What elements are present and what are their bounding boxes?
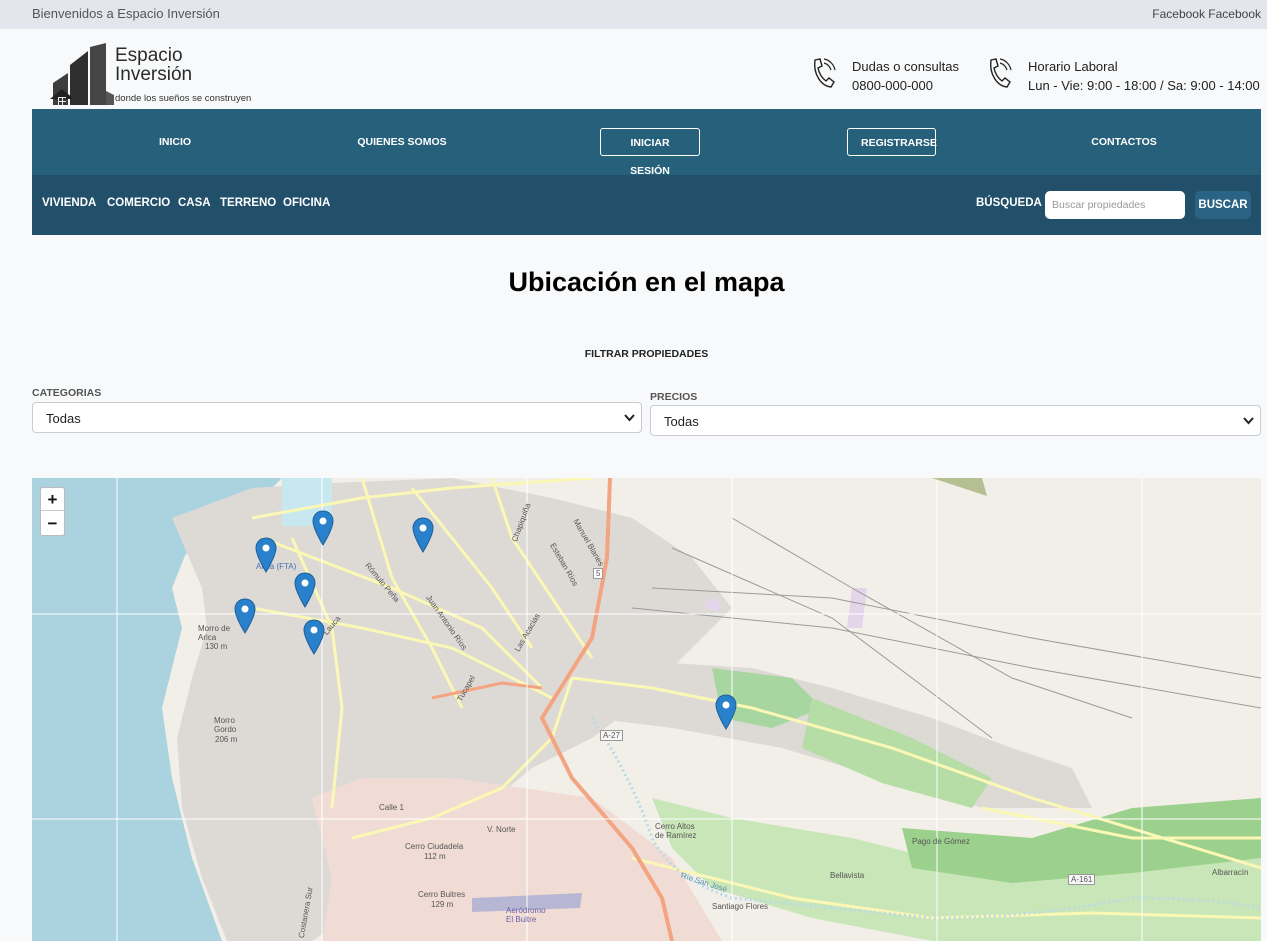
property-marker-icon[interactable] bbox=[715, 694, 737, 730]
map-label: Albarracín bbox=[1212, 868, 1249, 877]
nav-contactos[interactable]: CONTACTOS bbox=[1082, 128, 1166, 156]
brand-tagline: donde los sueños se construyen bbox=[115, 93, 252, 104]
hours-contact: Horario Laboral Lun - Vie: 9:00 - 18:00 … bbox=[986, 57, 1260, 97]
zoom-control: + − bbox=[40, 487, 65, 536]
map-label: Cerro Ciudadela bbox=[405, 842, 464, 851]
phone-number[interactable]: 0800-000-000 bbox=[852, 76, 959, 95]
map-label: 112 m bbox=[424, 852, 446, 861]
map-label: Aeródromo El Buitre bbox=[506, 906, 546, 924]
property-marker-icon[interactable] bbox=[294, 572, 316, 608]
main-nav: INICIO QUIENES SOMOS INICIAR SESIÓN REGI… bbox=[32, 109, 1261, 177]
search-button[interactable]: BUSCAR bbox=[1195, 191, 1251, 219]
search-label: BÚSQUEDA bbox=[976, 197, 1042, 209]
map-label: 206 m bbox=[215, 735, 238, 744]
site-header: Espacio Inversión donde los sueños se co… bbox=[0, 29, 1267, 109]
map-label: 129 m bbox=[431, 900, 454, 909]
phone-icon bbox=[814, 58, 836, 88]
category-casa[interactable]: CASA bbox=[178, 197, 211, 209]
hours-label: Horario Laboral bbox=[1028, 59, 1118, 74]
register-button[interactable]: REGISTRARSE bbox=[847, 128, 937, 156]
map-label: Santiago Flores bbox=[712, 902, 769, 911]
map-label: Morro Gordo bbox=[214, 716, 237, 734]
map-label: 5 bbox=[593, 568, 604, 579]
map-label: Calle 1 bbox=[379, 803, 404, 812]
hours-value: Lun - Vie: 9:00 - 18:00 / Sa: 9:00 - 14:… bbox=[1028, 78, 1260, 93]
zoom-in-button[interactable]: + bbox=[41, 488, 64, 511]
category-select-value: Todas bbox=[46, 411, 81, 426]
brand-name: Espacio Inversión bbox=[115, 45, 193, 85]
top-bar: Bienvenidos a Espacio Inversión Facebook… bbox=[0, 0, 1267, 29]
search-input[interactable] bbox=[1045, 191, 1185, 219]
property-map[interactable]: + − Arica (FTA) Morro de Arica 130 m Mor… bbox=[32, 478, 1261, 941]
category-oficina[interactable]: OFICINA bbox=[283, 197, 330, 209]
map-label: Pago de Gómez bbox=[912, 837, 970, 846]
category-filter-label: CATEGORIAS bbox=[32, 387, 102, 399]
facebook-links[interactable]: Facebook Facebook bbox=[1152, 7, 1261, 21]
map-label: V. Norte bbox=[487, 825, 516, 834]
nav-quienes-somos[interactable]: QUIENES SOMOS bbox=[348, 128, 456, 156]
map-label: Cerro Buitres bbox=[418, 890, 466, 899]
login-button[interactable]: INICIAR SESIÓN bbox=[600, 128, 700, 177]
filter-title: FILTRAR PROPIEDADES bbox=[584, 348, 709, 360]
category-nav: VIVIENDA COMERCIO CASA TERRENO OFICINA B… bbox=[32, 175, 1261, 235]
chevron-down-icon bbox=[624, 414, 635, 422]
map-label: A-27 bbox=[600, 730, 623, 741]
building-house-logo-icon bbox=[50, 43, 114, 105]
map-label: A-161 bbox=[1068, 874, 1096, 885]
phone-icon bbox=[990, 58, 1012, 88]
map-label: Morro de Arica bbox=[198, 624, 231, 642]
welcome-text: Bienvenidos a Espacio Inversión bbox=[32, 6, 220, 21]
zoom-out-button[interactable]: − bbox=[41, 512, 64, 535]
phone-label: Dudas o consultas bbox=[852, 59, 959, 74]
price-filter-label: PRECIOS bbox=[650, 391, 698, 403]
property-marker-icon[interactable] bbox=[234, 598, 256, 634]
category-select[interactable]: Todas bbox=[32, 402, 642, 433]
property-marker-icon[interactable] bbox=[255, 537, 277, 573]
chevron-down-icon bbox=[1243, 417, 1254, 425]
price-select-value: Todas bbox=[664, 414, 699, 429]
category-comercio[interactable]: COMERCIO bbox=[107, 197, 170, 209]
nav-inicio[interactable]: INICIO bbox=[142, 128, 208, 156]
map-tiles bbox=[32, 478, 1261, 941]
map-label: Bellavista bbox=[830, 871, 865, 880]
property-marker-icon[interactable] bbox=[303, 619, 325, 655]
map-label: 130 m bbox=[205, 642, 228, 651]
map-label: Cerro Altos de Ramírez bbox=[655, 822, 697, 840]
category-vivienda[interactable]: VIVIENDA bbox=[42, 197, 96, 209]
category-terreno[interactable]: TERRENO bbox=[220, 197, 276, 209]
property-marker-icon[interactable] bbox=[312, 510, 334, 546]
phone-contact: Dudas o consultas 0800-000-000 bbox=[810, 57, 970, 97]
page-title: Ubicación en el mapa bbox=[508, 267, 785, 297]
price-select[interactable]: Todas bbox=[650, 405, 1261, 436]
property-marker-icon[interactable] bbox=[412, 517, 434, 553]
